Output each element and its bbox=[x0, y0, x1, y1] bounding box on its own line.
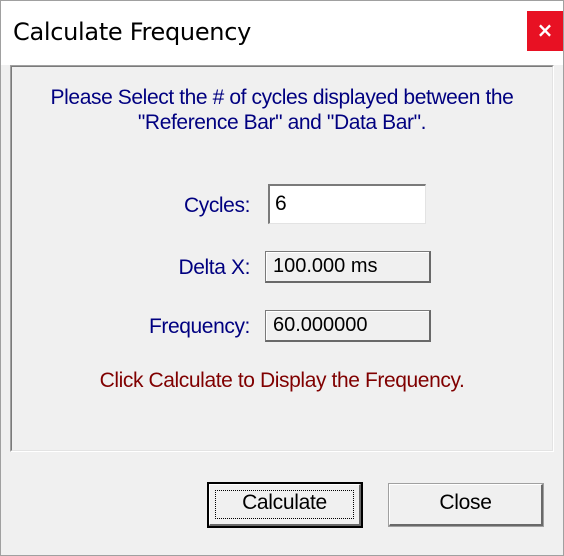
calculate-button-label: Calculate bbox=[242, 491, 327, 514]
close-button[interactable]: Close bbox=[388, 483, 544, 527]
close-icon[interactable]: × bbox=[527, 11, 563, 51]
delta-x-value: 100.000 ms bbox=[265, 251, 431, 283]
delta-x-label: Delta X: bbox=[178, 256, 251, 279]
frequency-label: Frequency: bbox=[148, 315, 250, 338]
title-bar: Calculate Frequency × bbox=[1, 1, 563, 65]
calculate-frequency-dialog: Calculate Frequency × Please Select the … bbox=[0, 0, 564, 556]
calculate-button[interactable]: Calculate bbox=[207, 482, 363, 528]
close-button-label: Close bbox=[439, 491, 492, 514]
frequency-value: 60.000000 bbox=[265, 310, 431, 342]
frequency-panel: Please Select the # of cycles displayed … bbox=[10, 65, 554, 452]
window-title: Calculate Frequency bbox=[13, 18, 252, 46]
instruction-line-1: Please Select the # of cycles displayed … bbox=[50, 86, 514, 109]
instruction-text: Please Select the # of cycles displayed … bbox=[12, 85, 552, 135]
cycles-label: Cycles: bbox=[183, 194, 250, 217]
instruction-line-2: "Reference Bar" and "Data Bar". bbox=[137, 111, 427, 134]
cycles-input[interactable]: 6 bbox=[268, 184, 426, 224]
hint-text: Click Calculate to Display the Frequency… bbox=[99, 369, 465, 392]
